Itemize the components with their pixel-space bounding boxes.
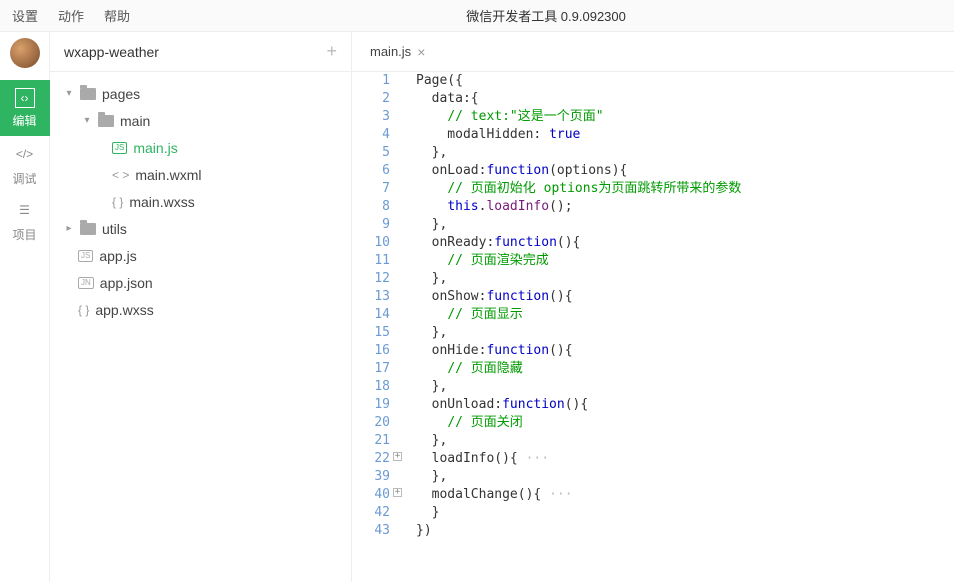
editor-tabs: main.js × [352,32,954,72]
tab-label: main.js [370,44,411,59]
folder-pages[interactable]: pages [50,80,351,107]
file-label: main.js [133,140,177,156]
code-line[interactable]: 4 modalHidden: true [352,126,954,144]
code-line[interactable]: 40+ modalChange(){ ··· [352,486,954,504]
file-main-wxml[interactable]: < > main.wxml [50,161,351,188]
folder-main[interactable]: main [50,107,351,134]
file-label: app.wxss [95,302,153,318]
file-main-js[interactable]: JS main.js [50,134,351,161]
hamburger-icon: ☰ [13,198,37,222]
file-label: main.wxss [129,194,194,210]
code-line[interactable]: 17 // 页面隐藏 [352,360,954,378]
file-label: app.json [100,275,153,291]
folder-icon [80,88,96,100]
fold-expand-icon[interactable]: + [393,452,402,461]
add-file-button[interactable]: + [326,41,337,62]
menu-actions[interactable]: 动作 [58,6,84,25]
code-line[interactable]: 42 } [352,504,954,522]
code-line[interactable]: 15 }, [352,324,954,342]
file-label: app.js [99,248,136,264]
avatar[interactable] [10,38,40,68]
sidebar-debug-button[interactable]: </> 调试 [0,136,50,192]
file-tree: pages main JS main.js < > main.wxml { } … [50,72,351,582]
file-tree-panel: wxapp-weather + pages main JS main.js < … [50,32,352,582]
code-line[interactable]: 2 data:{ [352,90,954,108]
project-name: wxapp-weather [64,44,159,60]
code-line[interactable]: 43}) [352,522,954,540]
code-editor[interactable]: 1Page({2 data:{3 // text:"这是一个页面"4 modal… [352,72,954,582]
left-sidebar: ‹› 编辑 </> 调试 ☰ 项目 [0,32,50,582]
code-line[interactable]: 13 onShow:function(){ [352,288,954,306]
folder-label: utils [102,221,127,237]
json-file-icon: JN [78,277,94,289]
menu-help[interactable]: 帮助 [104,6,130,25]
project-header: wxapp-weather + [50,32,351,72]
js-file-icon: JS [78,250,93,262]
sidebar-project-button[interactable]: ☰ 项目 [0,192,50,248]
folder-label: main [120,113,150,129]
code-line[interactable]: 8 this.loadInfo(); [352,198,954,216]
wxss-file-icon: { } [112,195,123,209]
fold-expand-icon[interactable]: + [393,488,402,497]
code-line[interactable]: 6 onLoad:function(options){ [352,162,954,180]
file-app-wxss[interactable]: { } app.wxss [50,296,351,323]
code-line[interactable]: 39 }, [352,468,954,486]
code-line[interactable]: 10 onReady:function(){ [352,234,954,252]
folder-utils[interactable]: utils [50,215,351,242]
code-line[interactable]: 5 }, [352,144,954,162]
folder-icon [98,115,114,127]
folder-icon [80,223,96,235]
editor-panel: main.js × 1Page({2 data:{3 // text:"这是一个… [352,32,954,582]
code-line[interactable]: 7 // 页面初始化 options为页面跳转所带来的参数 [352,180,954,198]
top-menu-bar: 设置 动作 帮助 微信开发者工具 0.9.092300 [0,0,954,32]
wxml-file-icon: < > [112,168,129,182]
app-title: 微信开发者工具 0.9.092300 [466,6,626,25]
code-line[interactable]: 16 onHide:function(){ [352,342,954,360]
code-line[interactable]: 11 // 页面渲染完成 [352,252,954,270]
close-icon[interactable]: × [417,44,425,60]
chevron-down-icon [82,115,92,126]
code-line[interactable]: 9 }, [352,216,954,234]
code-line[interactable]: 19 onUnload:function(){ [352,396,954,414]
code-line[interactable]: 18 }, [352,378,954,396]
file-label: main.wxml [135,167,201,183]
js-file-icon: JS [112,142,127,154]
sidebar-project-label: 项目 [12,226,36,243]
sidebar-edit-button[interactable]: ‹› 编辑 [0,80,50,136]
code-line[interactable]: 12 }, [352,270,954,288]
code-line[interactable]: 14 // 页面显示 [352,306,954,324]
file-app-js[interactable]: JS app.js [50,242,351,269]
file-app-json[interactable]: JN app.json [50,269,351,296]
code-line[interactable]: 20 // 页面关闭 [352,414,954,432]
code-line[interactable]: 21 }, [352,432,954,450]
chevron-right-icon [64,223,74,234]
wxss-file-icon: { } [78,303,89,317]
menu-settings[interactable]: 设置 [12,6,38,25]
code-line[interactable]: 1Page({ [352,72,954,90]
code-line[interactable]: 22+ loadInfo(){ ··· [352,450,954,468]
sidebar-edit-label: 编辑 [12,112,36,129]
file-main-wxss[interactable]: { } main.wxss [50,188,351,215]
code-line[interactable]: 3 // text:"这是一个页面" [352,108,954,126]
code-icon: ‹› [15,88,35,108]
tab-main-js[interactable]: main.js × [360,44,435,60]
debug-icon: </> [13,142,37,166]
chevron-down-icon [64,88,74,99]
folder-label: pages [102,86,140,102]
sidebar-debug-label: 调试 [12,170,36,187]
